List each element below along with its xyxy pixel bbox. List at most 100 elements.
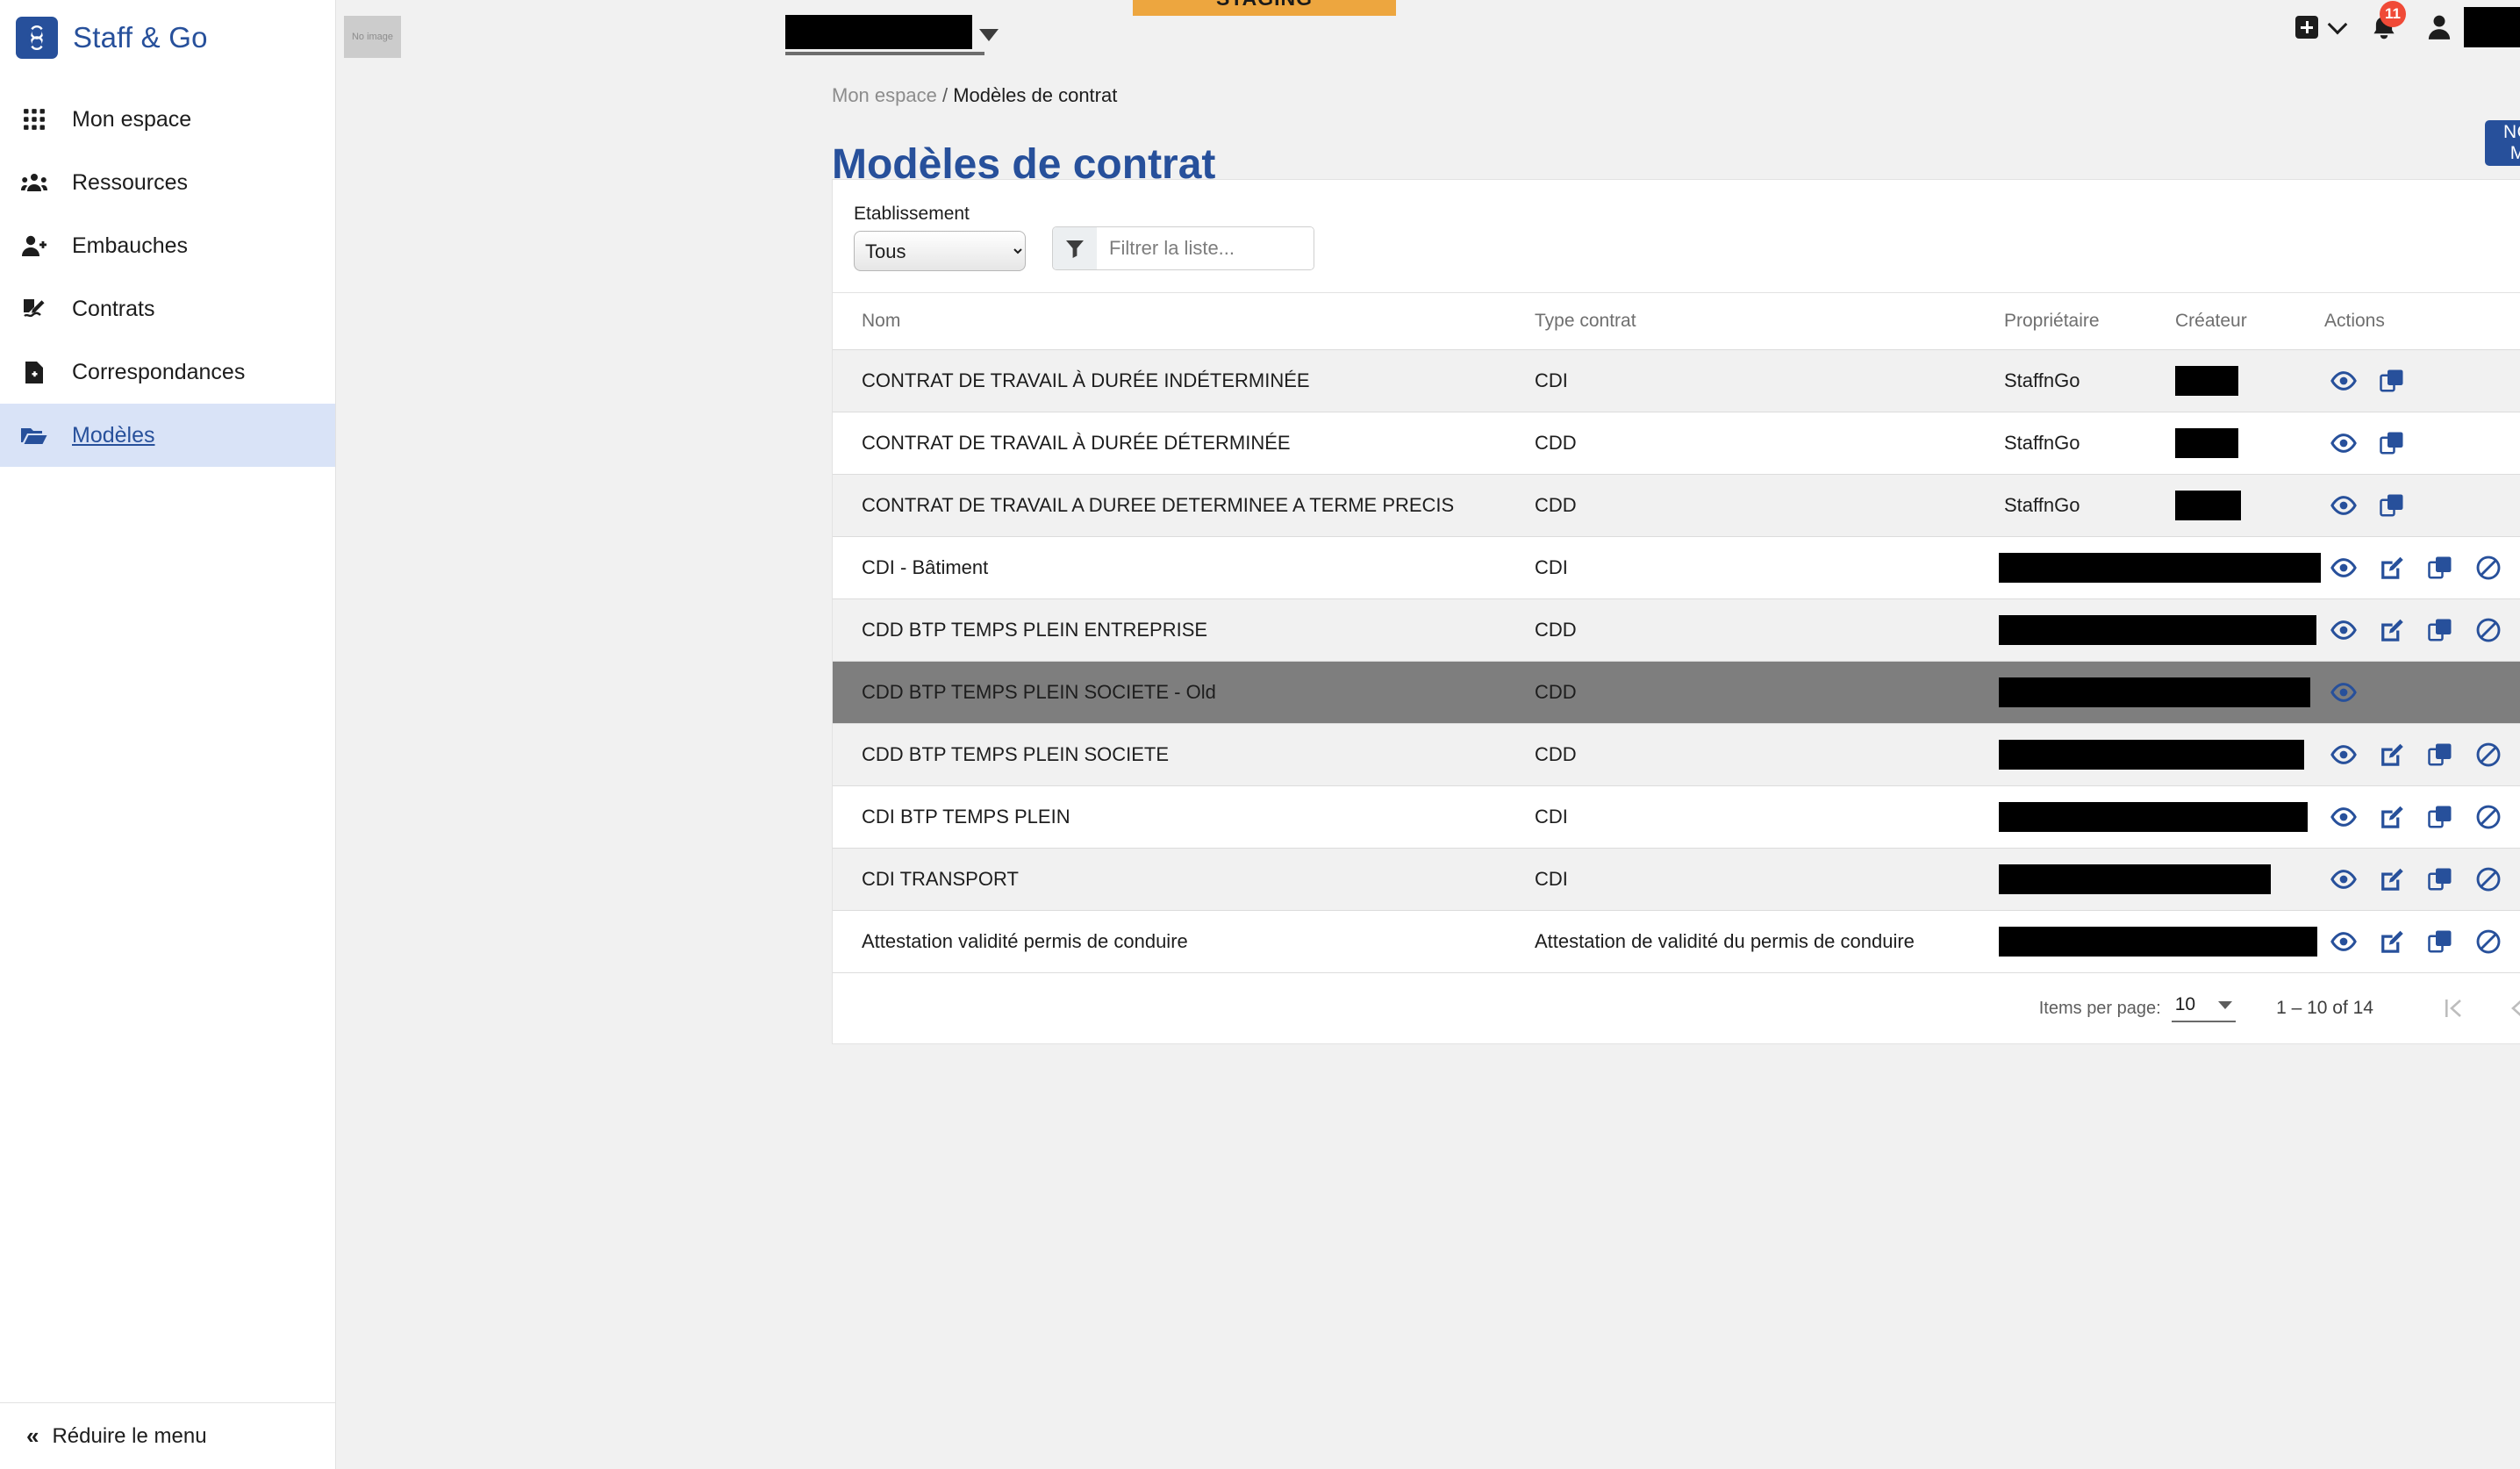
table-row[interactable]: CDD BTP TEMPS PLEIN SOCIETE CDD <box>833 723 2520 786</box>
sidebar-item-embauches[interactable]: Embauches <box>0 214 335 277</box>
table-head: Nom Type contrat Propriétaire Créateur A… <box>833 292 2520 350</box>
copy-action-button[interactable] <box>2421 922 2459 961</box>
redacted-value <box>1999 615 2316 645</box>
eye-action-button[interactable] <box>2324 798 2363 836</box>
copy-action-button[interactable] <box>2421 611 2459 649</box>
breadcrumb-parent[interactable]: Mon espace <box>832 84 937 106</box>
notification-badge: 11 <box>2380 1 2406 27</box>
items-per-page-select[interactable]: 10 <box>2171 994 2237 1022</box>
establishment-switcher[interactable] <box>785 15 999 49</box>
edit-icon <box>2381 868 2403 891</box>
eye-action-button[interactable] <box>2324 362 2363 400</box>
cell-type-contrat: Attestation de validité du permis de con… <box>1535 910 2004 973</box>
copy-action-button[interactable] <box>2373 424 2411 462</box>
copy-action-button[interactable] <box>2421 798 2459 836</box>
eye-action-button[interactable] <box>2324 424 2363 462</box>
edit-icon <box>2381 743 2403 766</box>
sidebar: Staff & Go Mon espace Ressources Embauch… <box>0 0 336 1469</box>
eye-action-button[interactable] <box>2324 735 2363 774</box>
chevron-down-icon <box>2218 1000 2233 1009</box>
edit-action-button[interactable] <box>2373 548 2411 587</box>
cell-createur <box>2175 474 2324 537</box>
actions-group <box>2324 860 2520 899</box>
ban-action-button[interactable] <box>2469 611 2508 649</box>
list-filter-input[interactable] <box>1097 227 1314 269</box>
user-menu-button[interactable] <box>2427 14 2452 40</box>
cell-proprietaire <box>1999 723 2304 786</box>
table-row[interactable]: CDD BTP TEMPS PLEIN SOCIETE - Old CDD <box>833 661 2520 724</box>
sidebar-item-label: Ressources <box>72 169 188 195</box>
eye-action-button[interactable] <box>2324 611 2363 649</box>
person-icon <box>2428 15 2451 39</box>
edit-icon <box>2381 619 2403 641</box>
notifications-button[interactable]: 11 <box>2371 1 2406 41</box>
table-row[interactable]: CDI BTP TEMPS PLEIN CDI <box>833 785 2520 849</box>
sidebar-item-correspondances[interactable]: Correspondances <box>0 340 335 404</box>
double-chevron-left-icon: « <box>26 1422 39 1449</box>
cell-type-contrat: CDD <box>1535 412 2004 475</box>
table-header-row: Nom Type contrat Propriétaire Créateur A… <box>833 292 2520 350</box>
eye-icon <box>2330 620 2357 640</box>
table-row[interactable]: CONTRAT DE TRAVAIL A DUREE DETERMINEE A … <box>833 474 2520 537</box>
table-row[interactable]: CONTRAT DE TRAVAIL À DURÉE DÉTERMINÉE CDD… <box>833 412 2520 475</box>
ban-action-button[interactable] <box>2469 548 2508 587</box>
sidebar-item-contrats[interactable]: Contrats <box>0 277 335 340</box>
ban-icon <box>2476 618 2501 642</box>
ban-icon <box>2476 929 2501 954</box>
edit-icon <box>2381 806 2403 828</box>
eye-action-button[interactable] <box>2324 922 2363 961</box>
ban-action-button[interactable] <box>2469 922 2508 961</box>
cell-nom: Attestation validité permis de conduire <box>833 910 1535 973</box>
cell-type-contrat: CDI <box>1535 536 2004 599</box>
eye-action-button[interactable] <box>2324 548 2363 587</box>
edit-action-button[interactable] <box>2373 735 2411 774</box>
eye-icon <box>2330 558 2357 577</box>
cell-type-contrat: CDD <box>1535 474 2004 537</box>
add-button[interactable] <box>2295 14 2348 39</box>
eye-action-button[interactable] <box>2324 673 2363 712</box>
copy-action-button[interactable] <box>2373 362 2411 400</box>
cell-proprietaire <box>1999 661 2310 724</box>
copy-action-button[interactable] <box>2421 735 2459 774</box>
new-template-button[interactable]: NOUVEAU MODÈLE <box>2485 120 2520 166</box>
table-row[interactable]: CDI - Bâtiment CDI <box>833 536 2520 599</box>
establishment-select[interactable]: Tous <box>854 231 1026 271</box>
cell-type-contrat: CDI <box>1535 785 2004 849</box>
sidebar-item-modeles[interactable]: Modèles <box>0 404 335 467</box>
eye-action-button[interactable] <box>2324 860 2363 899</box>
chevron-down-icon <box>979 29 999 41</box>
column-header-type-contrat: Type contrat <box>1535 292 2004 350</box>
copy-action-button[interactable] <box>2421 860 2459 899</box>
copy-action-button[interactable] <box>2421 548 2459 587</box>
table-row[interactable]: Attestation validité permis de conduire A… <box>833 910 2520 973</box>
cell-proprietaire: StaffnGo <box>2004 349 2175 412</box>
cell-type-contrat: CDD <box>1535 661 2004 724</box>
edit-action-button[interactable] <box>2373 611 2411 649</box>
table-row[interactable]: CDI TRANSPORT CDI <box>833 848 2520 911</box>
sidebar-item-ressources[interactable]: Ressources <box>0 151 335 214</box>
ban-action-button[interactable] <box>2469 798 2508 836</box>
copy-action-button[interactable] <box>2373 486 2411 525</box>
edit-action-button[interactable] <box>2373 798 2411 836</box>
collapse-menu-button[interactable]: « Réduire le menu <box>0 1402 336 1469</box>
sidebar-item-mon-espace[interactable]: Mon espace <box>0 88 335 151</box>
eye-action-button[interactable] <box>2324 486 2363 525</box>
brand[interactable]: Staff & Go <box>0 0 335 75</box>
cell-actions <box>2324 474 2520 537</box>
edit-action-button[interactable] <box>2373 922 2411 961</box>
column-header-actions: Actions <box>2324 292 2520 350</box>
first-page-button[interactable] <box>2435 989 2473 1028</box>
ban-icon <box>2476 867 2501 892</box>
table-body: CONTRAT DE TRAVAIL À DURÉE INDÉTERMINÉE C… <box>833 349 2520 973</box>
edit-icon <box>2381 556 2403 579</box>
redacted-establishment-name <box>785 15 972 49</box>
table-row[interactable]: CDD BTP TEMPS PLEIN ENTREPRISE CDD <box>833 598 2520 662</box>
actions-group <box>2324 735 2520 774</box>
establishment-filter-group: Etablissement Tous <box>854 204 1026 271</box>
ban-action-button[interactable] <box>2469 735 2508 774</box>
edit-action-button[interactable] <box>2373 860 2411 899</box>
table-row[interactable]: CONTRAT DE TRAVAIL À DURÉE INDÉTERMINÉE C… <box>833 349 2520 412</box>
topbar: STAGING No image 11 <box>336 0 2520 58</box>
previous-page-button[interactable] <box>2498 989 2520 1028</box>
ban-action-button[interactable] <box>2469 860 2508 899</box>
